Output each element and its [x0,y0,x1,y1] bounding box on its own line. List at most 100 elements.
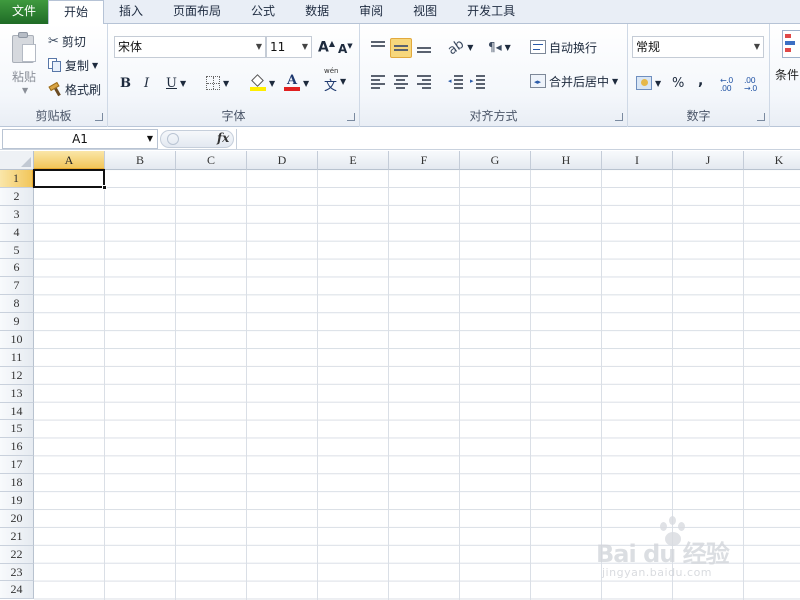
underline-button[interactable]: U ▼ [166,72,186,94]
chevron-down-icon: ▼ [223,78,230,88]
paste-dropdown-arrow[interactable]: ▼ [22,86,28,95]
tab-file[interactable]: 文件 [0,0,48,24]
column-header-g[interactable]: G [460,151,531,170]
row-header-3[interactable]: 3 [0,205,34,224]
column-header-a[interactable]: A [34,151,105,170]
increase-indent-icon[interactable]: ▸ [470,74,486,89]
clipboard-group: 粘贴 ▼ ✂ 剪切 复制 ▼ 格式刷 剪贴板 [0,24,108,127]
conditional-formatting-button[interactable]: 条件 [774,28,800,98]
column-header-k[interactable]: K [744,151,800,170]
tab-review[interactable]: 审阅 [344,0,398,24]
align-left-icon[interactable] [370,74,386,89]
accounting-format-button[interactable]: ▼ [636,72,661,94]
row-header-1[interactable]: 1 [0,170,34,188]
column-header-f[interactable]: F [389,151,460,170]
row-header-20[interactable]: 20 [0,509,34,528]
tab-formulas[interactable]: 公式 [236,0,290,24]
decrease-decimal-button[interactable]: .00 →.0 [744,74,762,96]
comma-style-button[interactable]: , [698,70,703,92]
merge-center-button[interactable]: ◂▸ 合并后居中 ▼ [530,70,618,92]
tab-page-layout[interactable]: 页面布局 [158,0,236,24]
wrap-text-button[interactable]: 自动换行 [530,36,597,58]
row-header-8[interactable]: 8 [0,295,34,314]
select-all-button[interactable] [0,151,34,170]
percent-style-button[interactable]: % [672,72,684,94]
paste-button[interactable]: 粘贴 ▼ [4,26,44,100]
row-header-2[interactable]: 2 [0,187,34,206]
clipboard-dialog-launcher[interactable] [95,113,103,121]
number-format-dropdown[interactable]: 常规 ▼ [632,36,764,58]
row-header-17[interactable]: 17 [0,456,34,475]
top-align-icon[interactable] [370,40,386,54]
increase-font-size-button[interactable]: A▲ [318,36,335,58]
font-color-button[interactable]: A ▼ [284,72,309,94]
copy-dropdown-arrow[interactable]: ▼ [92,61,98,70]
increase-decimal-button[interactable]: ←.0 .00 [720,74,738,96]
align-center-icon[interactable] [393,74,409,89]
phonetic-guide-button[interactable]: wén 文 ▼ [324,66,346,94]
row-header-6[interactable]: 6 [0,259,34,278]
row-header-15[interactable]: 15 [0,420,34,439]
row-header-7[interactable]: 7 [0,277,34,296]
bottom-align-icon[interactable] [416,40,432,54]
font-name-dropdown[interactable]: 宋体 ▼ [114,36,266,58]
row-header-21[interactable]: 21 [0,527,34,546]
column-header-e[interactable]: E [318,151,389,170]
row-header-12[interactable]: 12 [0,366,34,385]
format-painter-button[interactable]: 格式刷 [48,78,101,100]
font-size-dropdown[interactable]: 11 ▼ [266,36,312,58]
cut-button[interactable]: ✂ 剪切 [48,30,86,52]
font-dialog-launcher[interactable] [347,113,355,121]
row-header-14[interactable]: 14 [0,402,34,421]
column-header-d[interactable]: D [247,151,318,170]
row-header-22[interactable]: 22 [0,545,34,564]
row-header-4[interactable]: 4 [0,223,34,242]
decrease-indent-icon[interactable]: ◂ [448,74,464,89]
row-header-5[interactable]: 5 [0,241,34,260]
chevron-down-icon: ▼ [504,42,511,52]
alignment-dialog-launcher[interactable] [615,113,623,121]
formula-input[interactable] [236,129,800,149]
fill-handle[interactable] [102,185,107,190]
bold-button[interactable]: B [120,72,131,94]
indent-rtl-button[interactable]: ¶◂ ▼ [488,36,511,58]
copy-button[interactable]: 复制 ▼ [48,54,98,76]
name-box[interactable]: A1 ▼ [2,129,158,149]
italic-icon: I [144,75,150,91]
tab-data[interactable]: 数据 [290,0,344,24]
formula-bar: A1 ▼ fx [0,128,800,150]
row-header-18[interactable]: 18 [0,474,34,493]
column-header-c[interactable]: C [176,151,247,170]
row-header-13[interactable]: 13 [0,384,34,403]
number-dialog-launcher[interactable] [757,113,765,121]
column-header-i[interactable]: I [602,151,673,170]
decrease-font-size-icon: A▼ [338,42,353,56]
border-icon [206,76,220,90]
paintbrush-icon [48,81,62,97]
tab-developer[interactable]: 开发工具 [452,0,530,24]
column-header-j[interactable]: J [673,151,744,170]
formula-bar-resize-handle[interactable] [167,133,179,145]
orientation-button[interactable]: ab ▼ [445,36,473,58]
row-header-9[interactable]: 9 [0,313,34,332]
insert-function-button[interactable]: fx [217,131,229,145]
row-header-19[interactable]: 19 [0,492,34,510]
row-header-11[interactable]: 11 [0,348,34,367]
row-header-16[interactable]: 16 [0,438,34,457]
column-header-h[interactable]: H [531,151,602,170]
column-header-b[interactable]: B [105,151,176,170]
chevron-down-icon[interactable]: ▼ [612,77,618,86]
align-right-icon[interactable] [416,74,432,89]
row-header-10[interactable]: 10 [0,331,34,349]
row-header-24[interactable]: 24 [0,581,34,600]
tab-view[interactable]: 视图 [398,0,452,24]
italic-button[interactable]: I [144,72,149,94]
decrease-font-size-button[interactable]: A▼ [338,38,353,60]
borders-button[interactable]: ▼ [206,72,229,94]
fill-color-button[interactable]: ▼ [250,72,275,94]
active-cell-a1[interactable] [33,169,107,190]
tab-home[interactable]: 开始 [48,0,105,25]
tab-insert[interactable]: 插入 [104,0,158,24]
phonetic-icon: wén 文 [324,66,339,94]
row-header-23[interactable]: 23 [0,563,34,582]
